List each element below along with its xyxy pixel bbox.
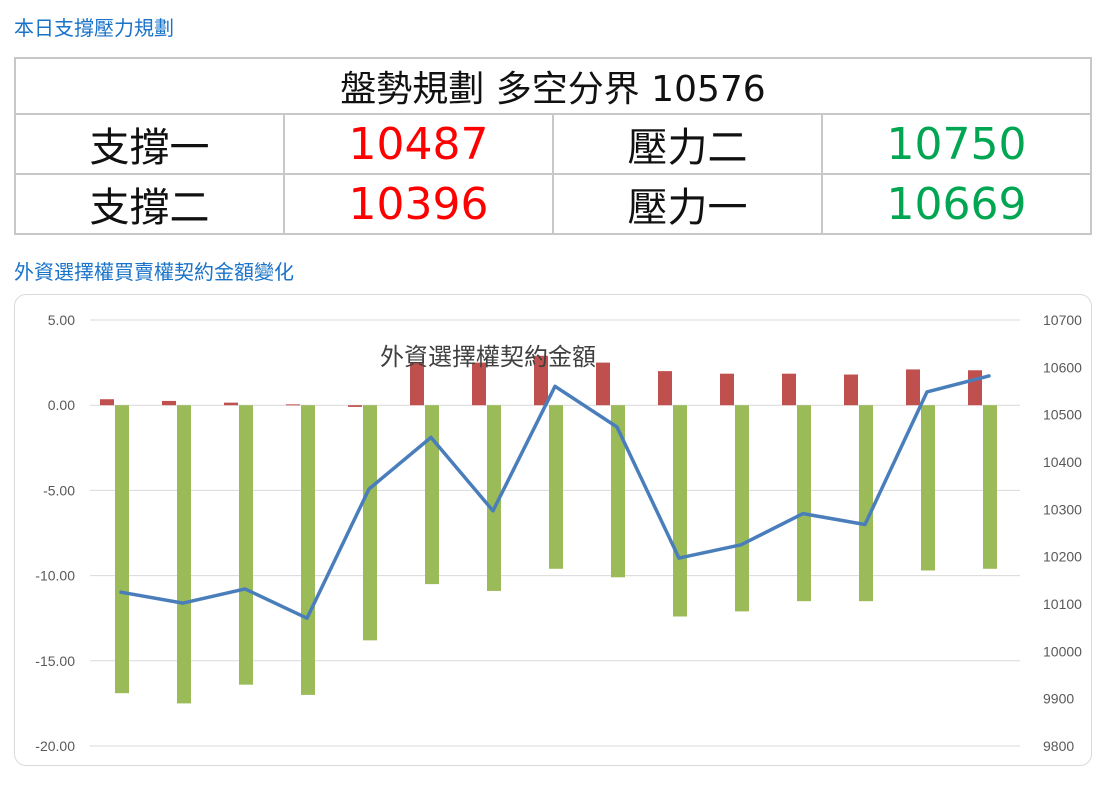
support-1-value: 10487 — [283, 113, 554, 175]
right-axis-tick-label: 10000 — [1043, 643, 1082, 659]
line-point — [305, 616, 309, 620]
right-axis-tick-label: 9800 — [1043, 738, 1074, 754]
bar-series-1 — [162, 400, 176, 406]
chart-title: 外資選擇權契約金額 — [380, 343, 596, 371]
left-axis-tick-label: -20.00 — [35, 738, 75, 754]
section-title-chart: 外資選擇權買賣權契約金額變化 — [14, 260, 294, 284]
support-resistance-table: 盤勢規劃 多空分界 10576 支撐一 10487 壓力二 10750 支撐二 … — [14, 57, 1092, 235]
line-point — [429, 435, 433, 439]
bar-series-1 — [100, 399, 114, 406]
bar-series-2 — [859, 405, 873, 602]
bar-series-2 — [177, 405, 191, 704]
resistance-2-label: 壓力二 — [552, 113, 823, 175]
line-point — [367, 487, 371, 491]
bar-series-1 — [844, 374, 858, 406]
bar-series-2 — [363, 405, 377, 641]
bar-series-1 — [782, 373, 796, 406]
line-point — [119, 590, 123, 594]
line-point — [739, 543, 743, 547]
line-point — [243, 587, 247, 591]
bar-series-1 — [224, 402, 238, 406]
right-axis-tick-label: 10700 — [1043, 312, 1082, 328]
resistance-2-value: 10750 — [821, 113, 1092, 175]
bar-series-2 — [797, 405, 811, 602]
line-point — [801, 512, 805, 516]
line-point — [987, 374, 991, 378]
line-point — [615, 425, 619, 429]
bar-series-1 — [286, 404, 300, 406]
bar-series-1 — [968, 370, 982, 406]
bar-series-2 — [983, 405, 997, 569]
resistance-1-label: 壓力一 — [552, 173, 823, 235]
line-point — [553, 384, 557, 388]
bar-series-2 — [673, 405, 687, 617]
line-point — [181, 601, 185, 605]
resistance-1-value: 10669 — [821, 173, 1092, 235]
options-contract-chart: 5.00 0.00 -5.00 -10.00 -15.00 -20.00 10700 1060… — [35, 312, 1082, 754]
support-1-label: 支撐一 — [14, 113, 285, 175]
chart-container: 5.00 0.00 -5.00 -10.00 -15.00 -20.00 10700 1060… — [14, 294, 1092, 766]
bar-series-1 — [348, 405, 362, 407]
bar-series-2 — [921, 405, 935, 571]
bar-series-1 — [658, 371, 672, 406]
bar-series-1 — [906, 369, 920, 406]
plan-headline: 盤勢規劃 多空分界 10576 — [14, 57, 1092, 115]
line-point — [863, 522, 867, 526]
line-point — [491, 509, 495, 513]
left-axis-tick-label: -5.00 — [43, 482, 75, 498]
bar-series-2 — [735, 405, 749, 612]
right-axis-tick-label: 10200 — [1043, 549, 1082, 565]
bar-series-1 — [720, 373, 734, 406]
bar-series-2 — [115, 405, 129, 694]
support-2-value: 10396 — [283, 173, 554, 235]
right-axis-tick-label: 10600 — [1043, 359, 1082, 375]
line-point — [677, 556, 681, 560]
bar-series-2 — [301, 405, 315, 695]
bar-series-2 — [239, 405, 253, 685]
support-2-label: 支撐二 — [14, 173, 285, 235]
left-axis-tick-label: -10.00 — [35, 568, 75, 584]
section-title-support-resistance: 本日支撐壓力規劃 — [14, 16, 174, 40]
bar-series-2 — [425, 405, 439, 585]
line-point — [925, 390, 929, 394]
bar-series-1 — [596, 362, 610, 406]
right-axis-tick-label: 10300 — [1043, 501, 1082, 517]
right-axis-tick-label: 10400 — [1043, 454, 1082, 470]
left-axis-tick-label: 5.00 — [48, 312, 75, 328]
left-axis-tick-label: -15.00 — [35, 653, 75, 669]
right-axis-tick-label: 10500 — [1043, 407, 1082, 423]
right-axis-tick-label: 10100 — [1043, 596, 1082, 612]
bar-series-2 — [549, 405, 563, 569]
right-axis-tick-label: 9900 — [1043, 691, 1074, 707]
left-axis-tick-label: 0.00 — [48, 397, 75, 413]
